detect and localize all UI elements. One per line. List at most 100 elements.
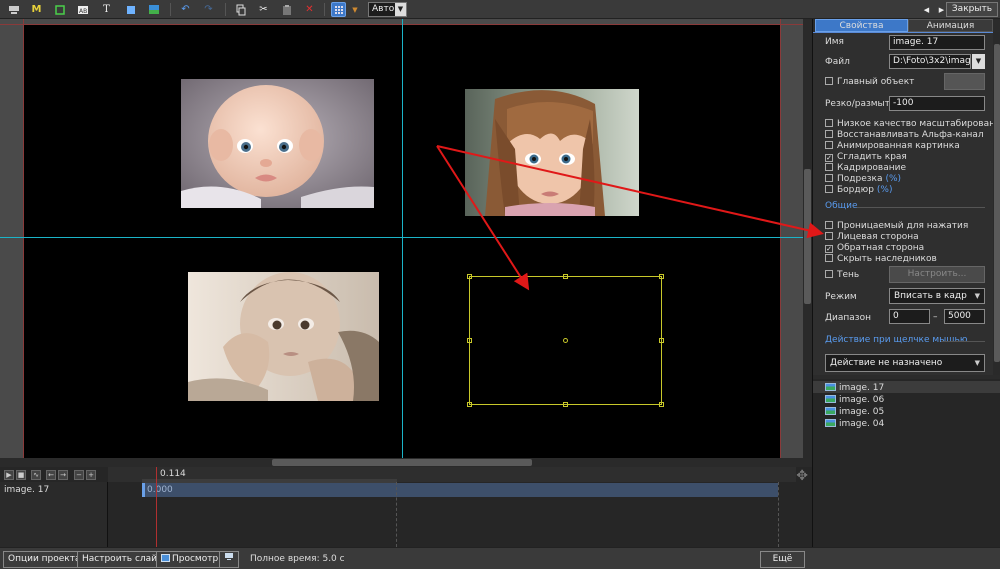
percent-link[interactable]: (%)	[885, 174, 901, 184]
scroll-thumb[interactable]	[994, 44, 1000, 362]
redo-icon[interactable]: ↷	[201, 2, 216, 17]
copy-icon[interactable]	[233, 2, 248, 17]
bottom-bar: Опции проекта Настроить слайд Просмотр П…	[0, 547, 1000, 569]
grid-icon[interactable]	[331, 2, 346, 17]
safe-area-guide	[780, 19, 781, 458]
baby-photo[interactable]	[181, 79, 374, 208]
toolbar-separator	[225, 3, 226, 16]
undo-icon[interactable]: ↶	[178, 2, 193, 17]
resize-handle[interactable]	[659, 274, 664, 279]
checkbox-label: Кадрирование	[837, 163, 906, 173]
range-from-input[interactable]: 0	[889, 309, 930, 324]
resize-handle[interactable]	[467, 274, 472, 279]
clip-start-handle[interactable]	[142, 483, 145, 497]
main-object-checkbox[interactable]: Главный объект	[825, 77, 914, 87]
waveform-icon[interactable]: ∿	[31, 470, 41, 480]
general-option-checkbox[interactable]: ✓ Обратная сторона	[825, 243, 924, 253]
general-option-checkbox[interactable]: Скрыть наследников	[825, 254, 937, 264]
girl-photo[interactable]	[465, 89, 639, 216]
click-action-select[interactable]: Действие не назначено ▼	[825, 354, 985, 372]
zoom-in-icon[interactable]: +	[86, 470, 96, 480]
playhead[interactable]	[156, 467, 157, 547]
checkbox-label: Проницаемый для нажатия	[837, 221, 969, 231]
track-clip[interactable]: 0.000	[142, 483, 778, 497]
range-to-input[interactable]: 5000	[944, 309, 985, 324]
frame-icon[interactable]	[52, 2, 67, 17]
mode-select[interactable]: Вписать в кадр ▼	[889, 288, 985, 304]
file-browse-icon[interactable]: ▼	[972, 54, 985, 69]
canvas-vertical-scrollbar[interactable]	[803, 19, 812, 458]
checkbox-box	[825, 77, 833, 85]
checkbox-label: Бордюр	[837, 185, 874, 195]
object-list-item[interactable]: image. 06	[825, 394, 884, 406]
image-option-checkbox[interactable]: Подрезка (%)	[825, 174, 901, 184]
panel-scrollbar[interactable]	[993, 32, 1000, 375]
close-button[interactable]: Закрыть	[945, 2, 998, 17]
object-list-item[interactable]: image. 05	[825, 406, 884, 418]
image-option-checkbox[interactable]: Восстанавливать Альфа-канал	[825, 130, 984, 140]
cut-icon[interactable]: ✂	[256, 2, 271, 17]
resize-handle[interactable]	[659, 338, 664, 343]
object-list-item[interactable]: image. 17	[825, 382, 884, 394]
object-list-item[interactable]: image. 04	[825, 418, 884, 430]
scroll-thumb[interactable]	[272, 459, 532, 466]
center-handle[interactable]	[563, 338, 568, 343]
main-object-button[interactable]	[944, 73, 985, 90]
view-mode-select[interactable]: Авто ▼	[368, 2, 407, 17]
resize-handle[interactable]	[563, 402, 568, 407]
image-option-checkbox[interactable]: ✓ Сгладить края	[825, 152, 907, 162]
checkbox-label: Анимированная картинка	[837, 141, 960, 151]
file-input[interactable]: D:\Foto\3x2\image. 1	[889, 54, 971, 69]
canvas-horizontal-scrollbar[interactable]	[0, 458, 812, 467]
text-icon[interactable]: T	[99, 2, 114, 17]
monitor-icon[interactable]	[219, 551, 239, 568]
paste-icon[interactable]	[279, 2, 294, 17]
step-back-icon[interactable]: ←	[46, 470, 56, 480]
image-option-checkbox[interactable]: Кадрирование	[825, 163, 906, 173]
general-option-checkbox[interactable]: Лицевая сторона	[825, 232, 919, 242]
sharpness-input[interactable]: -100	[889, 96, 985, 111]
vertical-guide	[402, 19, 403, 458]
resize-handle[interactable]	[467, 338, 472, 343]
checkbox-box	[825, 174, 833, 182]
caption-icon[interactable]	[6, 2, 21, 17]
shadow-checkbox[interactable]: Тень	[825, 270, 859, 280]
track-name[interactable]: image. 17	[4, 485, 49, 495]
resize-handle[interactable]	[563, 274, 568, 279]
image-icon[interactable]: AB	[75, 2, 90, 17]
tab-animation[interactable]: Анимация	[908, 19, 993, 32]
scroll-thumb[interactable]	[804, 169, 811, 304]
zoom-out-icon[interactable]: −	[74, 470, 84, 480]
checkbox-box	[825, 119, 833, 127]
grid-dropdown-icon[interactable]: ▼	[350, 2, 360, 17]
image-icon	[825, 419, 836, 427]
image-option-checkbox[interactable]: Бордюр (%)	[825, 185, 892, 195]
boy-photo[interactable]	[188, 272, 379, 401]
total-time: Полное время: 5.0 с	[250, 554, 345, 564]
rectangle-icon[interactable]	[123, 2, 138, 17]
prev-arrow-icon[interactable]: ◀	[919, 2, 934, 17]
move-icon[interactable]: ✥	[796, 468, 808, 484]
play-icon[interactable]: ▶	[4, 470, 14, 480]
percent-link[interactable]: (%)	[877, 185, 893, 195]
marker-icon[interactable]: M	[29, 2, 44, 17]
more-button[interactable]: Ещё	[760, 551, 805, 568]
picture-icon[interactable]	[146, 2, 161, 17]
canvas-area[interactable]	[0, 19, 812, 471]
preview-label: Просмотр	[172, 554, 219, 564]
shadow-settings-button[interactable]: Настроить...	[889, 266, 985, 283]
tab-properties[interactable]: Свойства	[815, 19, 908, 32]
resize-handle[interactable]	[659, 402, 664, 407]
resize-handle[interactable]	[467, 402, 472, 407]
image-option-checkbox[interactable]: Анимированная картинка	[825, 141, 960, 151]
preview-button[interactable]: Просмотр	[156, 551, 224, 568]
stop-icon[interactable]: ■	[16, 470, 26, 480]
name-input[interactable]: image. 17	[889, 35, 985, 50]
delete-icon[interactable]: ✕	[302, 2, 317, 17]
step-forward-icon[interactable]: →	[58, 470, 68, 480]
click-action-value: Действие не назначено	[830, 358, 943, 368]
image-option-checkbox[interactable]: Низкое качество масштабирования	[825, 119, 1000, 129]
general-option-checkbox[interactable]: Проницаемый для нажатия	[825, 221, 968, 231]
project-options-button[interactable]: Опции проекта	[3, 551, 86, 568]
slide-settings-button[interactable]: Настроить слайд	[77, 551, 169, 568]
